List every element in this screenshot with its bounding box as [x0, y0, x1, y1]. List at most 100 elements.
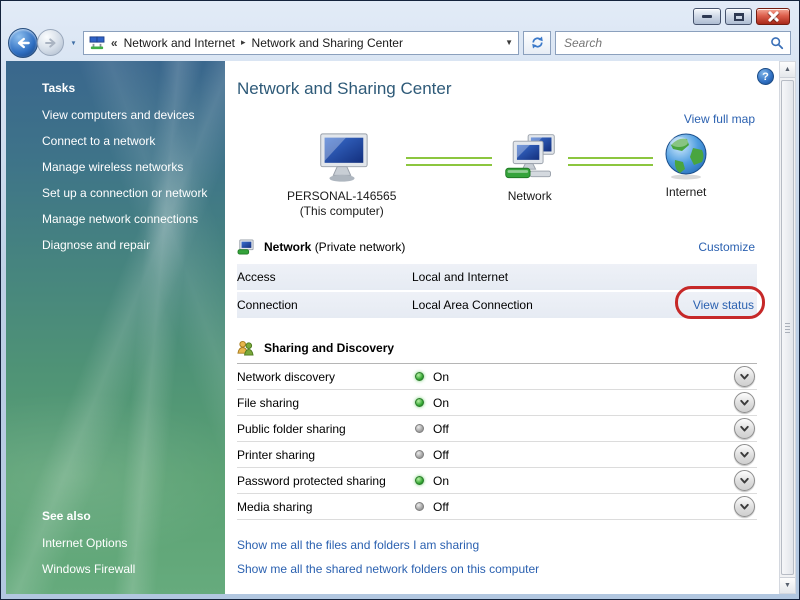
sharing-row-label: Password protected sharing: [237, 473, 386, 488]
sharing-row-printer-sharing: Printer sharing Off: [237, 442, 757, 468]
help-button[interactable]: ?: [757, 68, 774, 85]
show-shared-folders-link[interactable]: Show me all the shared network folders o…: [237, 562, 757, 576]
breadcrumb-overflow-chevron[interactable]: «: [111, 36, 118, 50]
sharing-row-label: Public folder sharing: [237, 421, 346, 436]
network-section-name: Network: [264, 240, 312, 254]
scroll-up-button[interactable]: ▲: [780, 62, 795, 78]
sharing-row-label: Network discovery: [237, 369, 336, 384]
connection-row: Connection Local Area Connection View st…: [237, 292, 757, 318]
view-status-link[interactable]: View status: [693, 298, 754, 312]
this-computer-label: (This computer): [299, 204, 384, 218]
recent-pages-dropdown[interactable]: ▼: [70, 39, 78, 46]
task-pane: Tasks View computers and devices Connect…: [6, 61, 225, 594]
status-dot: [415, 476, 424, 485]
map-node-network[interactable]: Network: [502, 132, 558, 204]
status-value: Off: [433, 447, 449, 462]
sidebar-item-manage-wireless-networks[interactable]: Manage wireless networks: [6, 154, 225, 180]
network-section-kind: (Private network): [314, 240, 406, 254]
internet-globe-icon: [665, 133, 707, 180]
sharing-row-media-sharing: Media sharing Off: [237, 494, 757, 520]
back-arrow-icon: [17, 37, 30, 48]
access-row: Access Local and Internet: [237, 264, 757, 290]
customize-link[interactable]: Customize: [698, 240, 757, 254]
vertical-scrollbar[interactable]: ▲ ▼: [779, 61, 796, 594]
show-shared-files-link[interactable]: Show me all the files and folders I am s…: [237, 538, 757, 552]
network-map: PERSONAL-146565 (This computer) Network …: [237, 132, 757, 219]
chevron-down-icon: [740, 425, 749, 432]
status-value: On: [433, 395, 450, 410]
sidebar-item-view-computers-and-devices[interactable]: View computers and devices: [6, 102, 225, 128]
status-dot: [415, 372, 424, 381]
forward-arrow-icon: [44, 37, 56, 48]
sharing-row-label: File sharing: [237, 395, 300, 410]
close-button[interactable]: [756, 8, 790, 25]
sidebar-item-windows-firewall[interactable]: Windows Firewall: [6, 556, 225, 582]
sidebar-item-diagnose-and-repair[interactable]: Diagnose and repair: [6, 232, 225, 258]
sidebar-item-set-up-a-connection-or-network[interactable]: Set up a connection or network: [6, 180, 225, 206]
computer-name-label: PERSONAL-146565: [287, 189, 397, 203]
expand-button[interactable]: [734, 366, 755, 387]
expand-button[interactable]: [734, 496, 755, 517]
map-connection-line: [406, 157, 492, 166]
network-small-icon: [237, 239, 254, 255]
access-label: Access: [237, 270, 276, 284]
network-node-label: Network: [507, 189, 552, 203]
forward-button[interactable]: [37, 29, 64, 56]
address-bar: ▼ « Network and Internet ▸ Network and S…: [1, 27, 799, 61]
map-connection-line: [567, 157, 653, 166]
refresh-button[interactable]: [523, 30, 551, 55]
chevron-down-icon: [740, 503, 749, 510]
close-icon: [767, 10, 780, 23]
sharing-row-label: Printer sharing: [237, 447, 316, 462]
search-input[interactable]: [562, 34, 770, 51]
sharing-row-file-sharing: File sharing On: [237, 390, 757, 416]
chevron-down-icon: [740, 451, 749, 458]
sharing-row-network-discovery: Network discovery On: [237, 364, 757, 390]
expand-button[interactable]: [734, 470, 755, 491]
main-content: ? Network and Sharing Center View full m…: [225, 61, 779, 594]
minimize-button[interactable]: [693, 8, 721, 25]
sidebar-item-connect-to-a-network[interactable]: Connect to a network: [6, 128, 225, 154]
status-dot: [415, 424, 424, 433]
sharing-and-discovery-icon: [237, 340, 254, 356]
maximize-button[interactable]: [725, 8, 752, 25]
map-node-computer[interactable]: PERSONAL-146565 (This computer): [287, 132, 396, 219]
network-location-icon: [89, 35, 105, 49]
sidebar-item-manage-network-connections[interactable]: Manage network connections: [6, 206, 225, 232]
breadcrumb-separator-icon[interactable]: ▸: [241, 37, 246, 48]
scrollbar-thumb[interactable]: [781, 80, 794, 575]
breadcrumb-item-network-and-internet[interactable]: Network and Internet: [124, 36, 235, 50]
status-dot: [415, 502, 424, 511]
network-section-title: Network (Private network): [264, 240, 405, 254]
network-icon: [504, 134, 555, 179]
status-value: Off: [433, 499, 449, 514]
back-button[interactable]: [8, 27, 38, 58]
page-title: Network and Sharing Center: [237, 79, 452, 98]
status-dot: [415, 450, 424, 459]
connection-value: Local Area Connection: [412, 298, 533, 312]
sharing-section-header: Sharing and Discovery: [237, 340, 757, 364]
see-also-header: See also: [42, 509, 91, 523]
map-node-internet[interactable]: Internet: [663, 132, 709, 200]
breadcrumb-item-network-and-sharing-center[interactable]: Network and Sharing Center: [252, 36, 403, 50]
refresh-icon: [531, 36, 543, 49]
computer-icon: [319, 133, 368, 182]
sidebar-item-internet-options[interactable]: Internet Options: [6, 530, 225, 556]
expand-button[interactable]: [734, 418, 755, 439]
window-titlebar[interactable]: [1, 1, 799, 29]
search-icon[interactable]: [770, 36, 784, 50]
breadcrumb[interactable]: « Network and Internet ▸ Network and Sha…: [82, 30, 519, 55]
access-value: Local and Internet: [412, 270, 509, 284]
expand-button[interactable]: [734, 444, 755, 465]
chevron-down-icon: [740, 477, 749, 484]
address-dropdown-icon[interactable]: ▼: [505, 38, 513, 47]
sharing-row-public-folder-sharing: Public folder sharing Off: [237, 416, 757, 442]
chevron-down-icon: [740, 399, 749, 406]
expand-button[interactable]: [734, 392, 755, 413]
status-value: Off: [433, 421, 449, 436]
search-box: [555, 30, 791, 55]
scroll-down-button[interactable]: ▼: [780, 577, 795, 593]
view-full-map-link[interactable]: View full map: [684, 112, 755, 126]
minimize-icon: [702, 15, 712, 18]
status-value: On: [433, 473, 450, 488]
